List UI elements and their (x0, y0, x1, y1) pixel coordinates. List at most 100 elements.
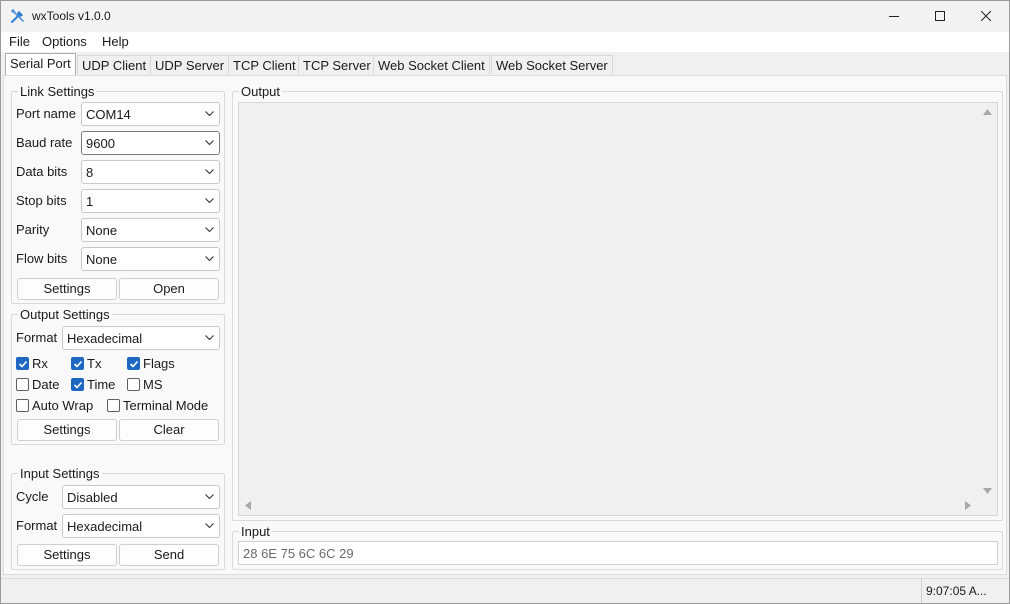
baud-rate-select[interactable]: 9600 (81, 131, 220, 155)
maximize-icon (935, 11, 945, 21)
scroll-down-icon[interactable] (983, 488, 992, 494)
ms-label: MS (143, 377, 163, 392)
terminal-mode-label: Terminal Mode (123, 398, 209, 413)
input-settings-title: Input Settings (18, 466, 102, 481)
status-bar: 9:07:05 A... (1, 578, 1009, 603)
checkmark-icon (18, 360, 28, 368)
tools-icon (10, 8, 24, 23)
close-icon (981, 11, 991, 21)
tab-tcp-client[interactable]: TCP Client (228, 55, 301, 74)
menu-help[interactable]: Help (102, 34, 129, 49)
chevron-down-icon (205, 523, 214, 529)
scroll-right-icon[interactable] (965, 501, 971, 510)
data-bits-label: Data bits (16, 164, 68, 179)
chevron-down-icon (205, 227, 214, 233)
main-window: wxTools v1.0.0 File Options Help UDP Cli… (0, 0, 1010, 604)
tab-udp-client[interactable]: UDP Client (77, 55, 152, 74)
window-title: wxTools v1.0.0 (32, 9, 111, 23)
tab-web-socket-server[interactable]: Web Socket Server (491, 55, 613, 74)
minimize-icon (889, 16, 899, 17)
data-bits-select[interactable]: 8 (81, 160, 220, 184)
time-checkbox[interactable] (71, 378, 84, 391)
menu-bar: File Options Help (1, 32, 1009, 52)
data-bits-value: 8 (86, 165, 94, 180)
link-settings-button[interactable]: Settings (17, 278, 117, 300)
link-settings-group: Link Settings Port name COM14 Baud rate … (11, 84, 225, 304)
output-format-value: Hexadecimal (67, 331, 143, 346)
maximize-button[interactable] (917, 1, 963, 31)
rx-checkbox[interactable] (16, 357, 29, 370)
flow-bits-label: Flow bits (16, 251, 68, 266)
tab-web-socket-client[interactable]: Web Socket Client (373, 55, 490, 74)
cycle-label: Cycle (16, 489, 49, 504)
chevron-down-icon (205, 111, 214, 117)
stop-bits-label: Stop bits (16, 193, 67, 208)
time-label: Time (87, 377, 116, 392)
input-title: Input (239, 524, 272, 539)
status-time: 9:07:05 A... (921, 579, 987, 603)
baud-rate-label: Baud rate (16, 135, 73, 150)
input-text-value: 28 6E 75 6C 6C 29 (243, 546, 354, 561)
scroll-up-icon[interactable] (983, 109, 992, 115)
send-button[interactable]: Send (119, 544, 219, 566)
output-settings-button[interactable]: Settings (17, 419, 117, 441)
rx-label: Rx (32, 356, 48, 371)
minimize-button[interactable] (871, 1, 917, 31)
flags-label: Flags (143, 356, 175, 371)
input-format-select[interactable]: Hexadecimal (62, 514, 220, 538)
port-name-select[interactable]: COM14 (81, 102, 220, 126)
ms-checkbox[interactable] (127, 378, 140, 391)
input-settings-button[interactable]: Settings (17, 544, 117, 566)
tab-strip: UDP Client UDP Server TCP Client TCP Ser… (1, 53, 1009, 76)
flow-bits-value: None (86, 252, 118, 267)
checkmark-icon (129, 360, 139, 368)
tab-content: Link Settings Port name COM14 Baud rate … (3, 75, 1007, 575)
chevron-down-icon (205, 198, 214, 204)
chevron-down-icon (205, 494, 214, 500)
terminal-mode-checkbox[interactable] (107, 399, 120, 412)
baud-rate-value: 9600 (86, 136, 115, 151)
clear-button[interactable]: Clear (119, 419, 219, 441)
flags-checkbox[interactable] (127, 357, 140, 370)
chevron-down-icon (205, 335, 214, 341)
output-settings-title: Output Settings (18, 307, 112, 322)
menu-options[interactable]: Options (42, 34, 87, 49)
parity-label: Parity (16, 222, 50, 237)
input-text-field[interactable]: 28 6E 75 6C 6C 29 (238, 541, 998, 565)
parity-select[interactable]: None (81, 218, 220, 242)
tab-serial-port[interactable]: Serial Port (5, 53, 76, 75)
checkmark-icon (73, 381, 83, 389)
tab-udp-server[interactable]: UDP Server (150, 55, 230, 74)
cycle-value: Disabled (67, 490, 118, 505)
open-button[interactable]: Open (119, 278, 219, 300)
stop-bits-select[interactable]: 1 (81, 189, 220, 213)
menu-file[interactable]: File (9, 34, 30, 49)
output-format-label: Format (16, 330, 58, 345)
chevron-down-icon (205, 256, 214, 262)
title-bar[interactable]: wxTools v1.0.0 (1, 1, 1009, 31)
tab-tcp-server[interactable]: TCP Server (298, 55, 376, 74)
stop-bits-value: 1 (86, 194, 94, 209)
cycle-select[interactable]: Disabled (62, 485, 220, 509)
scroll-left-icon[interactable] (245, 501, 251, 510)
parity-value: None (86, 223, 118, 238)
port-name-label: Port name (16, 106, 76, 121)
tx-label: Tx (87, 356, 102, 371)
output-text-area[interactable] (238, 102, 998, 516)
date-checkbox[interactable] (16, 378, 29, 391)
tx-checkbox[interactable] (71, 357, 84, 370)
output-format-select[interactable]: Hexadecimal (62, 326, 220, 350)
date-label: Date (32, 377, 60, 392)
close-button[interactable] (963, 1, 1009, 31)
input-format-label: Format (16, 518, 58, 533)
chevron-down-icon (205, 140, 214, 146)
checkmark-icon (73, 360, 83, 368)
input-group: Input 28 6E 75 6C 6C 29 (232, 524, 1003, 570)
input-settings-group: Input Settings Cycle Disabled Format Hex… (11, 466, 225, 570)
output-title: Output (239, 84, 283, 99)
output-settings-group: Output Settings Format Hexadecimal Rx Tx… (11, 307, 225, 445)
output-group: Output (232, 84, 1003, 521)
auto-wrap-checkbox[interactable] (16, 399, 29, 412)
flow-bits-select[interactable]: None (81, 247, 220, 271)
chevron-down-icon (205, 169, 214, 175)
